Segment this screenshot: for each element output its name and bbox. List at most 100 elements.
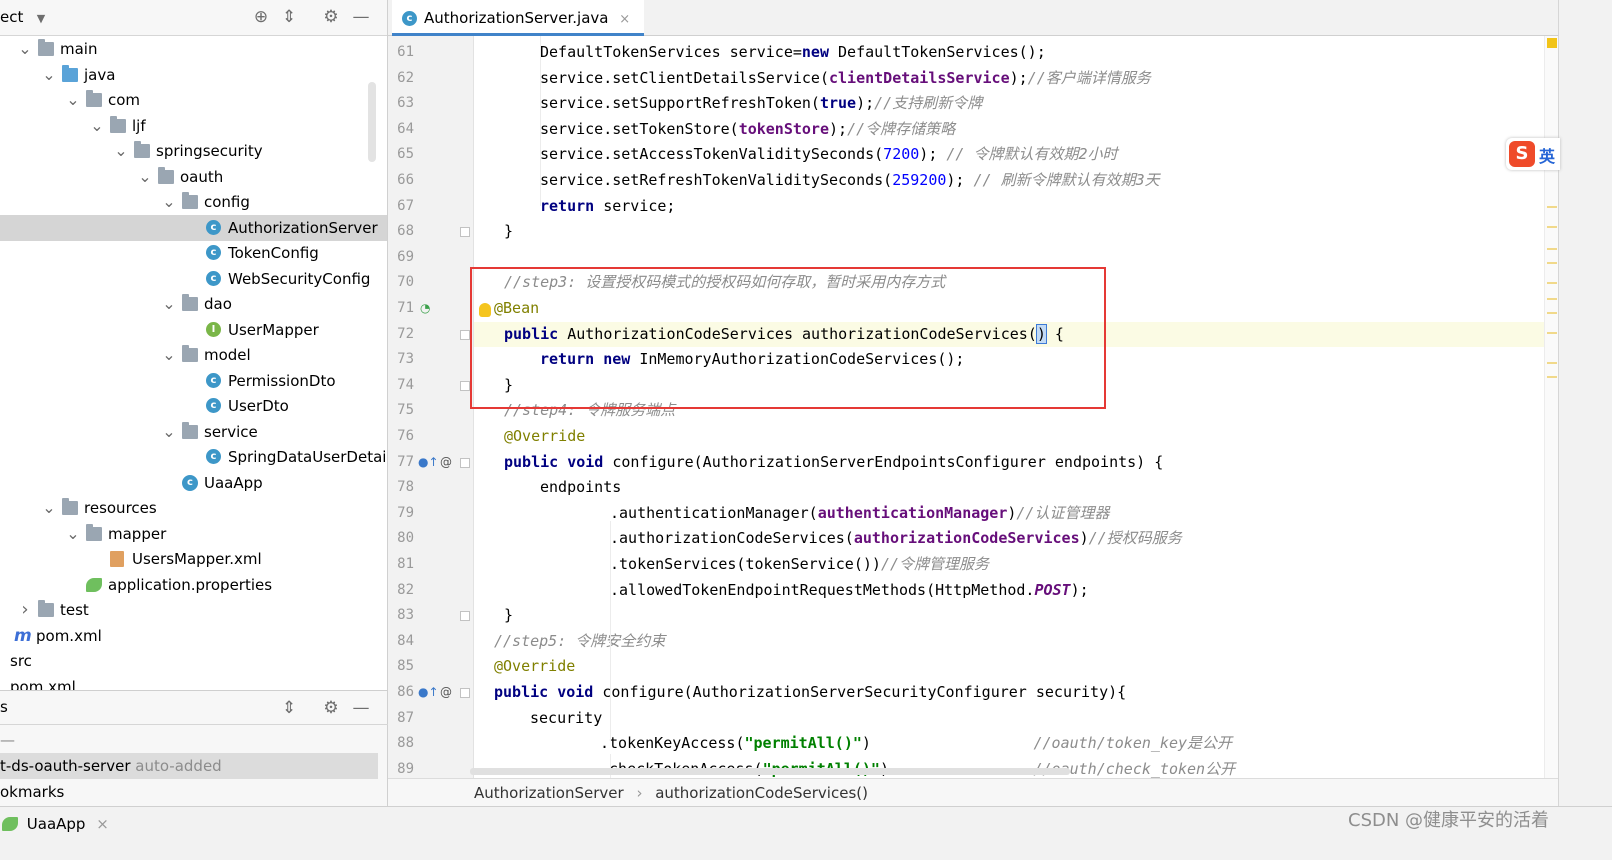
line-number[interactable]: 88 [388, 731, 414, 757]
line-number[interactable]: 80 [388, 526, 414, 552]
code-line[interactable]: } [474, 373, 1586, 399]
code-line[interactable]: .allowedTokenEndpointRequestMethods(Http… [474, 578, 1586, 604]
chevron-down-icon[interactable]: ⌄ [42, 62, 56, 88]
code-line[interactable]: } [474, 219, 1586, 245]
line-number[interactable]: 66 [388, 168, 414, 194]
override-gutter-icon[interactable]: ●↑ [418, 680, 439, 706]
warning-indicator-icon[interactable] [1547, 38, 1557, 48]
gear-icon[interactable]: ⚙ [320, 6, 342, 28]
tree-item[interactable]: UsersMapper.xml [0, 546, 387, 572]
line-number[interactable]: 61 [388, 40, 414, 66]
ime-badge[interactable]: S 英 [1506, 138, 1560, 170]
code-line[interactable]: //step5: 令牌安全约束 [474, 629, 1586, 655]
stripe-mark[interactable] [1547, 206, 1557, 208]
tree-item[interactable]: m pom.xml [0, 623, 387, 649]
code-line[interactable]: service.setClientDetailsService(clientDe… [474, 66, 1586, 92]
code-line[interactable]: service.setSupportRefreshToken(true);//支… [474, 91, 1586, 117]
stripe-mark[interactable] [1547, 376, 1557, 378]
tree-item[interactable]: I UserMapper [0, 317, 387, 343]
code-line[interactable] [474, 245, 1586, 271]
line-number[interactable]: 86 [388, 680, 414, 706]
code-line[interactable]: @Bean [474, 296, 1586, 322]
minimize-icon[interactable]: — [350, 697, 372, 719]
tree-item[interactable]: ⌄ model [0, 342, 387, 368]
line-number[interactable]: 82 [388, 578, 414, 604]
tree-item[interactable]: ⌄ resources [0, 495, 387, 521]
chevron-down-icon[interactable]: ⌄ [90, 113, 104, 139]
lightbulb-icon[interactable] [479, 303, 491, 317]
code-line[interactable]: public void configure(AuthorizationServe… [474, 680, 1586, 706]
bookmarks-item[interactable]: okmarks [0, 779, 378, 805]
chevron-down-icon[interactable]: ⌄ [18, 36, 32, 62]
tree-item[interactable]: › test [0, 597, 387, 623]
tree-item[interactable]: c WebSecurityConfig [0, 266, 387, 292]
service-item[interactable]: t-ds-oauth-server auto-added [0, 753, 378, 779]
stripe-mark[interactable] [1547, 298, 1557, 300]
horizontal-scrollbar[interactable] [470, 768, 1070, 775]
collapse-all-icon[interactable]: ⇕ [278, 697, 300, 719]
stripe-mark[interactable] [1547, 362, 1557, 364]
tree-item[interactable]: application.properties [0, 572, 387, 598]
gear-icon[interactable]: ⚙ [320, 697, 342, 719]
line-number[interactable]: 73 [388, 347, 414, 373]
annotation-gutter-icon[interactable]: @ [440, 680, 452, 706]
code-line[interactable]: endpoints [474, 475, 1586, 501]
services-panel-title[interactable]: s [0, 698, 8, 716]
close-icon[interactable]: × [619, 12, 630, 27]
line-number[interactable]: 67 [388, 194, 414, 220]
tree-item[interactable]: ⌄ com [0, 87, 387, 113]
tree-item[interactable]: ⌄ mapper [0, 521, 387, 547]
stripe-mark[interactable] [1547, 248, 1557, 250]
line-number[interactable]: 68 [388, 219, 414, 245]
fold-marker-icon[interactable] [460, 611, 470, 622]
chevron-down-icon[interactable]: ⌄ [42, 495, 56, 521]
code-area[interactable]: DefaultTokenServices service=new Default… [474, 36, 1586, 786]
project-panel-title[interactable]: ect [0, 8, 23, 26]
annotation-gutter-icon[interactable]: @ [440, 450, 452, 476]
minimize-icon[interactable]: — [350, 6, 372, 28]
line-number[interactable]: 65 [388, 142, 414, 168]
tree-item[interactable]: c UserDto [0, 393, 387, 419]
chevron-down-icon[interactable]: ▼ [30, 8, 52, 30]
chevron-down-icon[interactable]: ⌄ [66, 87, 80, 113]
line-number[interactable]: 72 [388, 322, 414, 348]
code-line[interactable]: //step3: 设置授权码模式的授权码如何存取，暂时采用内存方式 [474, 270, 1586, 296]
tree-item[interactable]: c PermissionDto [0, 368, 387, 394]
code-line[interactable]: service.setAccessTokenValiditySeconds(72… [474, 142, 1586, 168]
line-number[interactable]: 85 [388, 654, 414, 680]
tree-item[interactable]: src [0, 648, 387, 674]
chevron-down-icon[interactable]: ⌄ [162, 342, 176, 368]
tree-item[interactable]: ⌄ oauth [0, 164, 387, 190]
code-line[interactable]: .tokenServices(tokenService())//令牌管理服务 [474, 552, 1586, 578]
fold-marker-icon[interactable] [460, 457, 470, 468]
code-line[interactable]: } [474, 603, 1586, 629]
tab-authorization-server[interactable]: c AuthorizationServer.java × [392, 0, 645, 36]
close-icon[interactable]: × [96, 815, 109, 833]
tree-item[interactable]: ⌄ java [0, 62, 387, 88]
fold-marker-icon[interactable] [460, 380, 470, 391]
code-line[interactable]: service.setTokenStore(tokenStore);//令牌存储… [474, 117, 1586, 143]
chevron-down-icon[interactable]: ⌄ [162, 291, 176, 317]
tree-item[interactable]: ⌄ dao [0, 291, 387, 317]
fold-marker-icon[interactable] [460, 227, 470, 238]
code-line[interactable]: @Override [474, 654, 1586, 680]
code-line[interactable]: .tokenKeyAccess("permitAll()") //oauth/t… [474, 731, 1586, 757]
code-line[interactable]: .authorizationCodeServices(authorization… [474, 526, 1586, 552]
line-number[interactable]: 76 [388, 424, 414, 450]
line-number[interactable]: 87 [388, 706, 414, 732]
stripe-mark[interactable] [1547, 332, 1557, 334]
line-number[interactable]: 75 [388, 398, 414, 424]
tree-scrollbar[interactable] [368, 82, 376, 162]
code-line[interactable]: return new InMemoryAuthorizationCodeServ… [474, 347, 1586, 373]
tree-item[interactable]: ⌄ springsecurity [0, 138, 387, 164]
bean-gutter-icon[interactable]: ◔ [420, 296, 430, 322]
code-line[interactable]: .authenticationManager(authenticationMan… [474, 501, 1586, 527]
code-line[interactable]: public void configure(AuthorizationServe… [474, 450, 1586, 476]
line-number[interactable]: 78 [388, 475, 414, 501]
line-number[interactable]: 64 [388, 117, 414, 143]
tree-item[interactable]: c AuthorizationServer [0, 214, 387, 241]
line-number[interactable]: 70 [388, 270, 414, 296]
override-gutter-icon[interactable]: ●↑ [418, 450, 439, 476]
code-line[interactable]: //step4: 令牌服务端点 [474, 398, 1586, 424]
line-number[interactable]: 69 [388, 245, 414, 271]
